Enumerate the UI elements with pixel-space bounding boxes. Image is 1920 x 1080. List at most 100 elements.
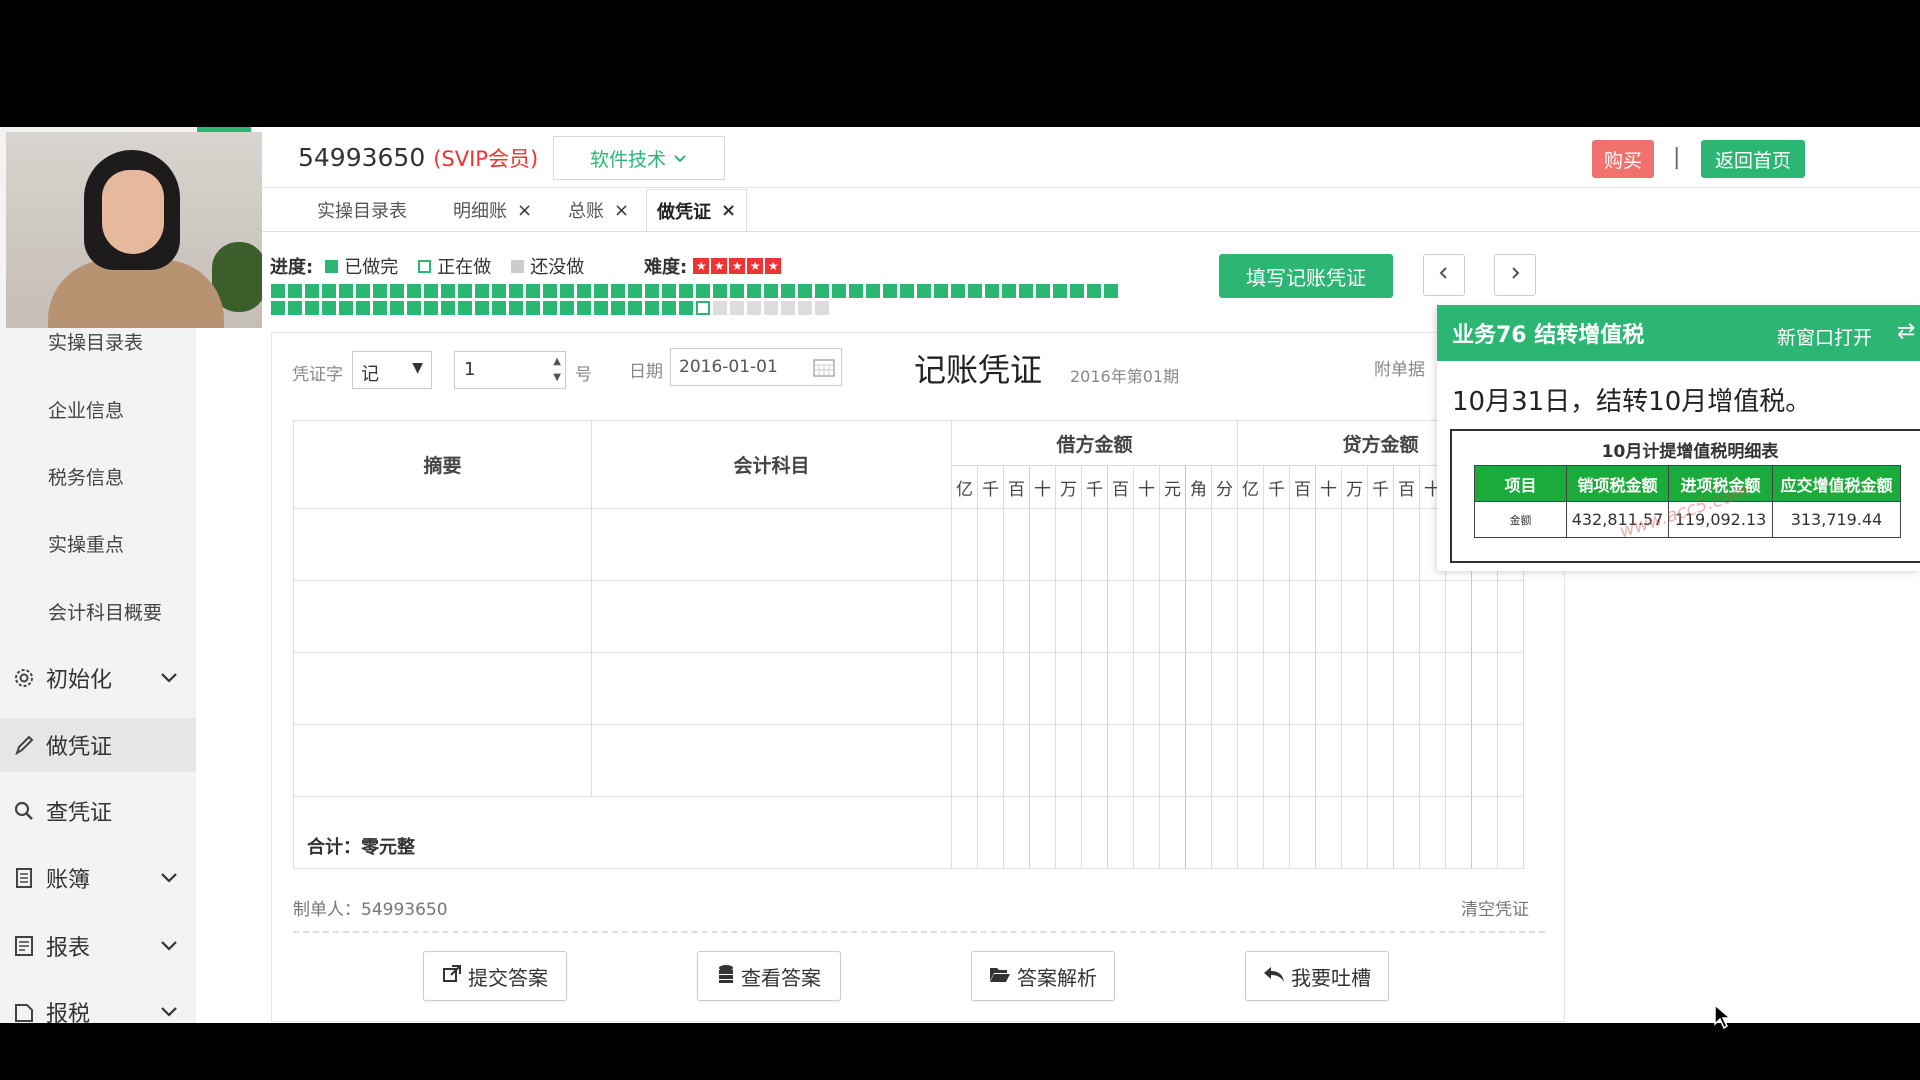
progress-cell-done[interactable] (475, 301, 489, 315)
debit-digit-cell[interactable] (1159, 508, 1186, 581)
credit-digit-cell[interactable] (1263, 724, 1290, 797)
progress-cell-done[interactable] (373, 301, 387, 315)
debit-digit-cell[interactable] (1029, 652, 1056, 725)
credit-digit-cell[interactable] (1367, 652, 1394, 725)
credit-digit-cell[interactable] (1341, 652, 1368, 725)
progress-cell-done[interactable] (900, 284, 914, 298)
debit-digit-cell[interactable] (1003, 724, 1030, 797)
debit-digit-cell[interactable] (1081, 580, 1108, 653)
fill-voucher-button[interactable]: 填写记账凭证 (1219, 254, 1393, 298)
credit-digit-cell[interactable] (1237, 652, 1264, 725)
sidebar-item-tax-info[interactable]: 税务信息 (0, 449, 196, 503)
summary-cell[interactable] (293, 580, 592, 653)
credit-digit-cell[interactable] (1419, 652, 1446, 725)
progress-cell-done[interactable] (849, 284, 863, 298)
debit-digit-cell[interactable] (1055, 652, 1082, 725)
debit-digit-cell[interactable] (1159, 724, 1186, 797)
progress-cell-done[interactable] (526, 284, 540, 298)
debit-digit-cell[interactable] (1133, 724, 1160, 797)
summary-cell[interactable] (293, 724, 592, 797)
progress-cell-done[interactable] (1036, 284, 1050, 298)
progress-cell-todo[interactable] (730, 301, 744, 315)
progress-cell-done[interactable] (1053, 284, 1067, 298)
credit-digit-cell[interactable] (1315, 652, 1342, 725)
credit-digit-cell[interactable] (1419, 580, 1446, 653)
progress-cell-done[interactable] (407, 301, 421, 315)
debit-digit-cell[interactable] (1133, 508, 1160, 581)
credit-digit-cell[interactable] (1445, 580, 1472, 653)
debit-digit-cell[interactable] (1107, 508, 1134, 581)
sidebar-item-account-overview[interactable]: 会计科目概要 (0, 584, 196, 638)
progress-cell-done[interactable] (696, 284, 710, 298)
progress-cell-done[interactable] (713, 284, 727, 298)
debit-digit-cell[interactable] (1211, 724, 1238, 797)
debit-digit-cell[interactable] (1185, 652, 1212, 725)
credit-digit-cell[interactable] (1393, 508, 1420, 581)
progress-cell-done[interactable] (305, 301, 319, 315)
progress-cell-done[interactable] (679, 284, 693, 298)
sidebar-item-query-voucher[interactable]: 查凭证 (0, 784, 196, 838)
progress-cell-done[interactable] (560, 301, 574, 315)
credit-digit-cell[interactable] (1471, 724, 1498, 797)
sidebar-item-make-voucher[interactable]: 做凭证 (0, 718, 196, 772)
progress-cell-done[interactable] (475, 284, 489, 298)
credit-digit-cell[interactable] (1497, 580, 1524, 653)
account-cell[interactable] (591, 724, 952, 797)
credit-digit-cell[interactable] (1289, 724, 1316, 797)
credit-digit-cell[interactable] (1237, 508, 1264, 581)
progress-cell-done[interactable] (322, 284, 336, 298)
progress-cell-done[interactable] (271, 284, 285, 298)
sidebar-item-ledger[interactable]: 账簿 (0, 851, 196, 905)
summary-cell[interactable] (293, 652, 592, 725)
view-answer-button[interactable]: 查看答案 (697, 951, 841, 1001)
progress-cell-done[interactable] (492, 284, 506, 298)
progress-cell-done[interactable] (526, 301, 540, 315)
debit-digit-cell[interactable] (1211, 508, 1238, 581)
debit-digit-cell[interactable] (1211, 580, 1238, 653)
debit-digit-cell[interactable] (1107, 724, 1134, 797)
progress-cell-done[interactable] (781, 284, 795, 298)
credit-digit-cell[interactable] (1393, 580, 1420, 653)
progress-cell-done[interactable] (968, 284, 982, 298)
close-icon[interactable]: × (721, 200, 736, 221)
progress-cell-done[interactable] (407, 284, 421, 298)
progress-cell-done[interactable] (662, 301, 676, 315)
progress-cell-done[interactable] (492, 301, 506, 315)
progress-cell-done[interactable] (764, 284, 778, 298)
tab-practice-catalog[interactable]: 实操目录表 (307, 189, 417, 231)
credit-digit-cell[interactable] (1289, 652, 1316, 725)
answer-analysis-button[interactable]: 答案解析 (971, 951, 1115, 1001)
credit-digit-cell[interactable] (1263, 508, 1290, 581)
progress-cell-done[interactable] (1019, 284, 1033, 298)
progress-cell-todo[interactable] (747, 301, 761, 315)
progress-cell-done[interactable] (509, 301, 523, 315)
progress-cell-done[interactable] (458, 284, 472, 298)
progress-cell-done[interactable] (356, 301, 370, 315)
debit-digit-cell[interactable] (1029, 580, 1056, 653)
debit-digit-cell[interactable] (1107, 652, 1134, 725)
credit-digit-cell[interactable] (1367, 508, 1394, 581)
debit-digit-cell[interactable] (951, 724, 978, 797)
progress-cell-done[interactable] (356, 284, 370, 298)
credit-digit-cell[interactable] (1471, 652, 1498, 725)
progress-cell-todo[interactable] (764, 301, 778, 315)
progress-cell-done[interactable] (985, 284, 999, 298)
credit-digit-cell[interactable] (1237, 580, 1264, 653)
debit-digit-cell[interactable] (1081, 508, 1108, 581)
debit-digit-cell[interactable] (1055, 508, 1082, 581)
progress-cell-done[interactable] (594, 284, 608, 298)
progress-cell-done[interactable] (951, 284, 965, 298)
progress-cell-done[interactable] (271, 301, 285, 315)
voucher-type-select[interactable]: 记 ▼ (352, 351, 432, 389)
open-new-window-link[interactable]: 新窗口打开 (1777, 323, 1872, 350)
credit-digit-cell[interactable] (1419, 724, 1446, 797)
debit-digit-cell[interactable] (977, 724, 1004, 797)
prev-button[interactable] (1423, 254, 1465, 296)
progress-cell-done[interactable] (594, 301, 608, 315)
credit-digit-cell[interactable] (1289, 508, 1316, 581)
date-input[interactable]: 2016-01-01 (670, 348, 842, 386)
progress-cell-done[interactable] (543, 301, 557, 315)
credit-digit-cell[interactable] (1315, 580, 1342, 653)
progress-cell-done[interactable] (917, 284, 931, 298)
debit-digit-cell[interactable] (1003, 652, 1030, 725)
